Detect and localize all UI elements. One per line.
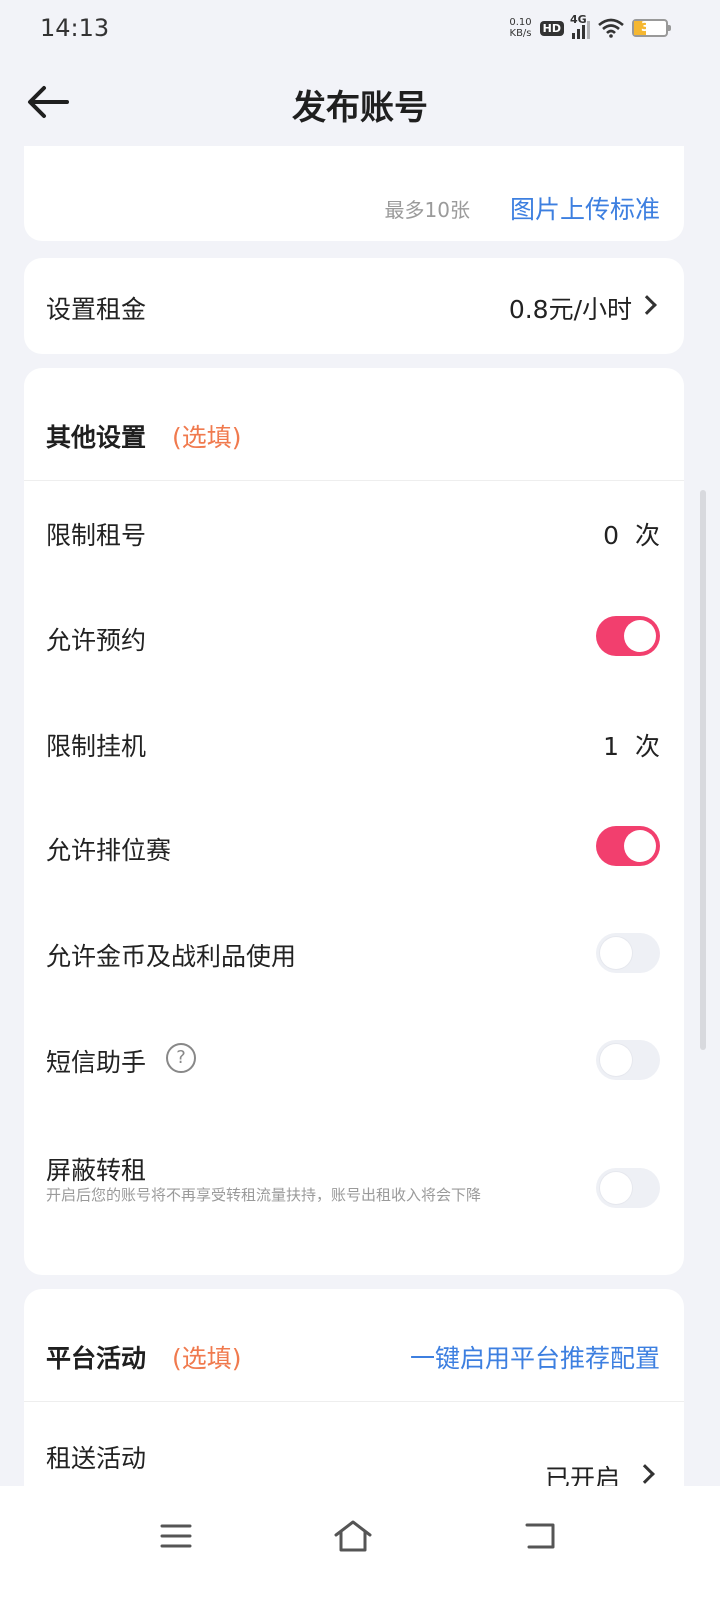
limit-idle-value[interactable]: 1次: [603, 727, 660, 763]
home-icon: [334, 1520, 372, 1552]
battery-icon: 37: [632, 19, 671, 37]
content-scroll[interactable]: 最多10张 图片上传标准 设置租金 0.8元/小时 其他设置 (选填) 限制租号…: [0, 146, 720, 1486]
chevron-right-icon: [637, 295, 657, 315]
sms-assistant-toggle[interactable]: [596, 1040, 660, 1080]
limit-rent-label: 限制租号: [46, 521, 147, 550]
block-sublet-toggle[interactable]: [596, 1168, 660, 1208]
net-speed: 0.10 KB/s: [509, 17, 532, 39]
back-nav-icon: [525, 1523, 555, 1549]
rent-value: 0.8元/小时: [508, 295, 632, 324]
block-sublet-desc: 开启后您的账号将不再享受转租流量扶持，账号出租收入将会下降: [46, 1186, 482, 1204]
optional-tag: (选填): [172, 1344, 242, 1373]
set-rent-row[interactable]: 设置租金 0.8元/小时: [24, 258, 684, 354]
page-title: 发布账号: [292, 88, 428, 128]
allow-coins-label: 允许金币及战利品使用: [46, 942, 297, 971]
block-sublet-label: 屏蔽转租: [46, 1156, 147, 1185]
allow-booking-toggle[interactable]: [596, 616, 660, 656]
network-type: 4G: [570, 13, 587, 26]
photo-standard-link[interactable]: 图片上传标准: [510, 190, 660, 226]
rent-label: 设置租金: [46, 295, 147, 324]
sms-assistant-label: 短信助手: [46, 1048, 147, 1077]
nav-bar: 发布账号: [0, 56, 720, 146]
status-bar: 14:13 0.10 KB/s HD 4G 37: [0, 0, 720, 56]
rent-gift-activity-status[interactable]: 已开启: [545, 1459, 620, 1486]
limit-rent-value[interactable]: 0次: [603, 516, 660, 552]
allow-booking-label: 允许预约: [46, 626, 147, 655]
wifi-icon: [598, 18, 624, 38]
home-button[interactable]: [325, 1514, 381, 1558]
rent-gift-activity-label[interactable]: 租送活动: [46, 1439, 146, 1475]
enable-recommended-link[interactable]: 一键启用平台推荐配置: [410, 1339, 660, 1375]
menu-icon: [160, 1524, 192, 1548]
allow-ranked-toggle[interactable]: [596, 826, 660, 866]
photo-upload-card: 最多10张 图片上传标准: [24, 146, 684, 241]
system-nav-bar: [0, 1486, 720, 1600]
allow-coins-toggle[interactable]: [596, 933, 660, 973]
platform-activity-card: 平台活动 (选填) 一键启用平台推荐配置 租送活动 已开启: [24, 1289, 684, 1486]
status-icons: 0.10 KB/s HD 4G 37: [509, 13, 671, 42]
battery-level: 37: [640, 20, 660, 35]
help-icon[interactable]: ?: [166, 1043, 196, 1073]
divider: [24, 1401, 684, 1402]
scrollbar[interactable]: [700, 490, 706, 1050]
other-settings-card: 其他设置 (选填) 限制租号 0次 允许预约 限制挂机 1次 允许排位赛 允许金…: [24, 368, 684, 1275]
optional-tag: (选填): [172, 423, 242, 452]
chevron-right-icon: [635, 1464, 655, 1484]
menu-button[interactable]: [148, 1514, 204, 1558]
photo-limit-hint: 最多10张: [384, 198, 470, 222]
allow-ranked-label: 允许排位赛: [46, 836, 172, 865]
divider: [24, 480, 684, 481]
other-settings-title: 其他设置: [46, 423, 147, 452]
hd-icon: HD: [539, 20, 564, 36]
status-time: 14:13: [40, 14, 110, 42]
signal-icon: 4G: [570, 13, 590, 39]
platform-activity-title: 平台活动: [46, 1344, 147, 1373]
back-nav-button[interactable]: [512, 1514, 568, 1558]
limit-idle-label: 限制挂机: [46, 732, 147, 761]
